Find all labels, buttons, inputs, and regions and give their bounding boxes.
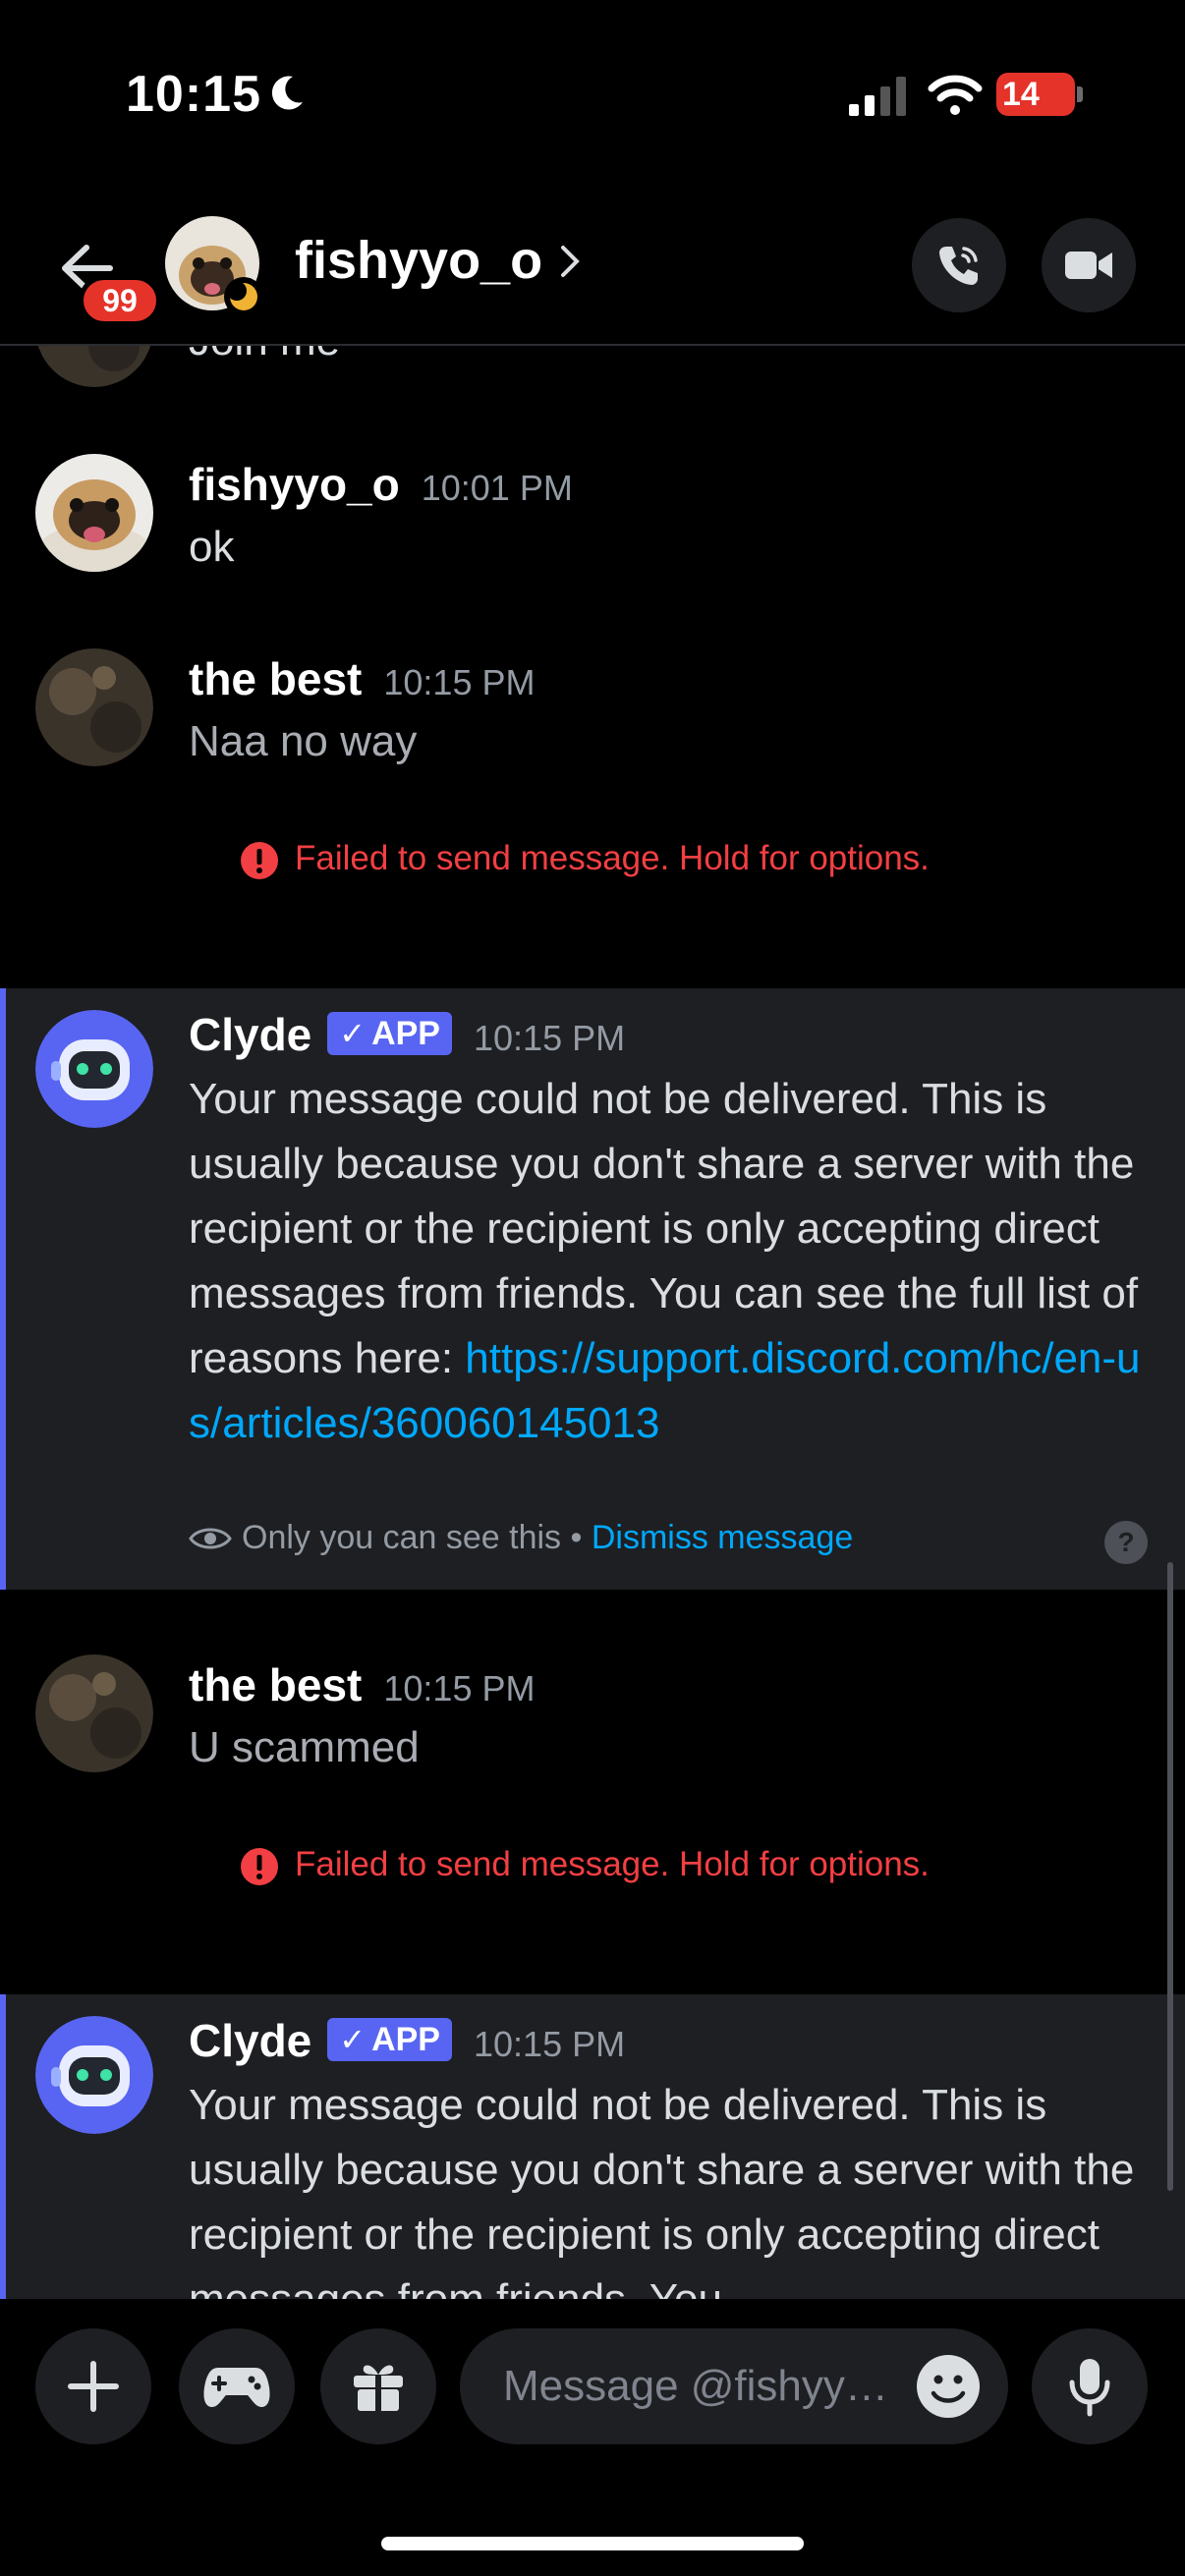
message-author[interactable]: fishyyo_o 10:01 PM — [189, 458, 573, 511]
system-message[interactable]: Clyde ✓ APP 10:15 PM Your message could not… — [0, 988, 1185, 1590]
message-text: ok — [189, 523, 235, 571]
chat-header: 99 fishyyo_o — [0, 187, 1185, 346]
attach-button[interactable] — [35, 2328, 151, 2444]
eye-icon — [189, 1528, 232, 1549]
activities-button[interactable] — [179, 2328, 295, 2444]
message-list[interactable]: Join me fishyyo_o10:01 PM ok the best10:… — [0, 346, 1185, 2299]
message-text: Your message could not be delivered. Thi… — [189, 2081, 1135, 2299]
mic-icon — [1069, 2359, 1110, 2417]
avatar[interactable] — [35, 648, 153, 766]
error-icon — [241, 842, 278, 879]
dismiss-message-link[interactable]: Dismiss message — [592, 1519, 853, 1556]
send-failed-notice[interactable]: Failed to send message. Hold for options… — [295, 1845, 930, 1884]
wifi-icon — [928, 75, 983, 115]
status-bar: 10:15 14 — [0, 0, 1185, 187]
message-timestamp: 10:01 PM — [421, 468, 573, 508]
message-composer: Message @fishyyo_o — [0, 2299, 1185, 2576]
video-call-button[interactable] — [1042, 218, 1136, 312]
message-author[interactable]: the best 10:15 PM — [189, 652, 535, 705]
avatar[interactable] — [35, 1010, 153, 1128]
message-timestamp: 10:15 PM — [383, 662, 536, 702]
idle-status-icon — [224, 277, 263, 316]
send-failed-notice[interactable]: Failed to send message. Hold for options… — [295, 839, 930, 878]
message-input-placeholder[interactable]: Message @fishyyo_o — [503, 2362, 896, 2411]
video-icon — [1065, 252, 1112, 279]
avatar[interactable] — [35, 346, 153, 387]
message-author[interactable]: the best 10:15 PM — [189, 1658, 535, 1711]
header-username[interactable]: fishyyo_o — [295, 230, 542, 291]
message-text: Join me — [189, 346, 1152, 373]
svg-text:?: ? — [1117, 1527, 1134, 1557]
signal-icon — [849, 77, 906, 116]
app-badge: ✓ APP — [327, 1012, 452, 1055]
avatar[interactable] — [35, 1654, 153, 1772]
gift-button[interactable] — [320, 2328, 436, 2444]
phone-icon — [939, 247, 978, 285]
help-icon[interactable]: ? — [1102, 1519, 1150, 1566]
scrollbar[interactable] — [1167, 1562, 1173, 2191]
gamepad-icon — [203, 2368, 270, 2407]
emoji-icon[interactable] — [914, 2352, 983, 2421]
unread-badge[interactable]: 99 — [79, 275, 161, 326]
battery-indicator: 14 — [996, 73, 1083, 116]
home-indicator[interactable] — [381, 2537, 804, 2550]
message-timestamp: 10:15 PM — [474, 2024, 626, 2064]
gift-icon — [354, 2365, 403, 2411]
voice-message-button[interactable] — [1032, 2328, 1148, 2444]
message-input[interactable]: Message @fishyyo_o — [460, 2328, 1008, 2444]
system-message[interactable]: Clyde ✓ APP 10:15 PM Your message could not… — [0, 1994, 1185, 2299]
chevron-right-icon[interactable] — [558, 240, 584, 283]
message-author[interactable]: Clyde ✓ APP 10:15 PM — [189, 2014, 625, 2067]
plus-icon — [68, 2361, 119, 2412]
message-text: Naa no way — [189, 717, 418, 765]
app-badge: ✓ APP — [327, 2018, 452, 2061]
message-author[interactable]: Clyde ✓ APP 10:15 PM — [189, 1008, 625, 1061]
message-text: Your message could not be delivered. Thi… — [189, 1075, 1141, 1447]
message-timestamp: 10:15 PM — [474, 1018, 626, 1058]
error-icon — [241, 1848, 278, 1885]
avatar[interactable] — [35, 2016, 153, 2134]
moon-icon — [271, 76, 303, 110]
voice-call-button[interactable] — [912, 218, 1006, 312]
message-timestamp: 10:15 PM — [383, 1668, 536, 1708]
battery-level: 14 — [1002, 76, 1040, 113]
message-text: U scammed — [189, 1723, 420, 1771]
status-time: 10:15 — [126, 66, 261, 123]
avatar[interactable] — [35, 454, 153, 572]
ephemeral-notice: Only you can see this • Dismiss message — [189, 1519, 853, 1557]
